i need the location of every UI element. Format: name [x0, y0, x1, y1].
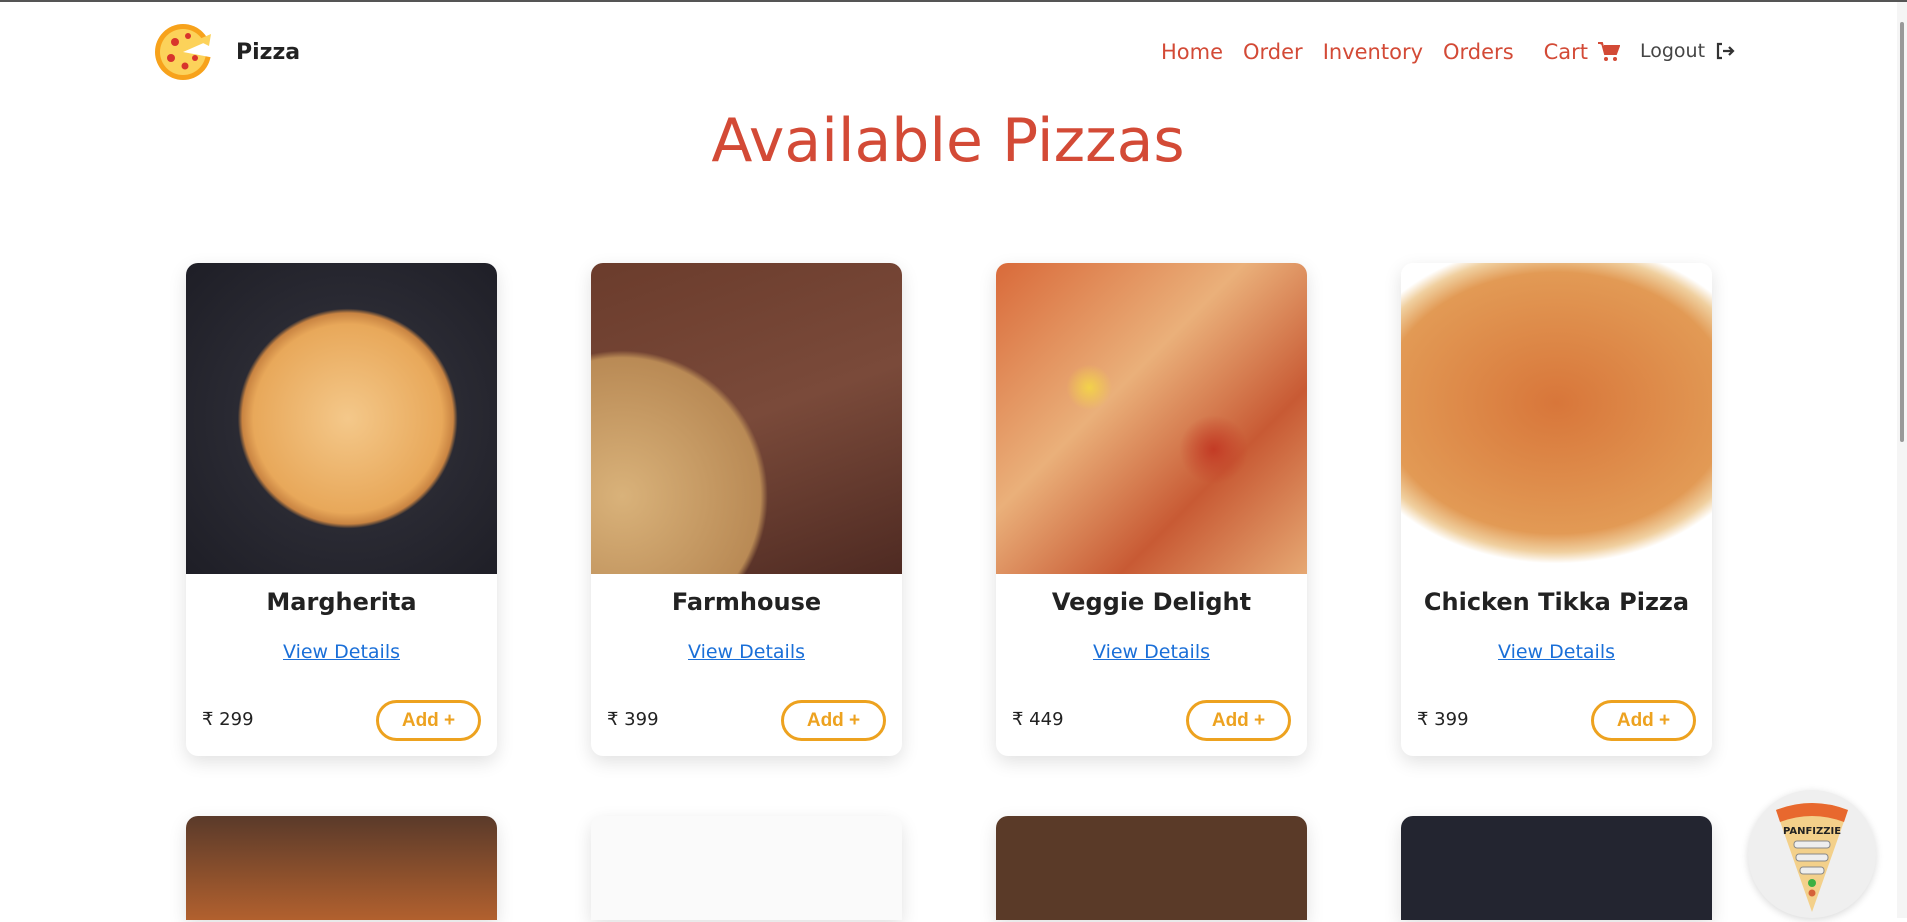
pizza-logo-icon[interactable] [153, 18, 219, 86]
pizza-card: Margherita View Details ₹ 299 Add + [186, 263, 497, 756]
view-details-link[interactable]: View Details [1401, 641, 1712, 663]
pizza-name: Farmhouse [671, 588, 822, 616]
add-to-cart-button[interactable]: Add + [1186, 700, 1291, 741]
page-title: Available Pizzas [711, 106, 1185, 176]
pizza-name: Chicken Tikka Pizza [1423, 588, 1690, 616]
widget-label: PANFIZZIE [1783, 826, 1841, 837]
logout-icon [1716, 42, 1735, 60]
pizza-image [1401, 263, 1712, 574]
header: Pizza Home Order Inventory Orders Cart L… [0, 2, 1907, 102]
pizza-slice-logo-icon: PANFIZZIE [1776, 803, 1848, 912]
nav-inventory[interactable]: Inventory [1323, 40, 1423, 64]
pizza-image [186, 816, 497, 920]
pizza-card [996, 816, 1307, 920]
pizza-image [186, 263, 497, 574]
pizza-card [1401, 816, 1712, 920]
nav-orders[interactable]: Orders [1443, 40, 1514, 64]
pizza-image [996, 816, 1307, 920]
chat-widget-button[interactable]: PANFIZZIE [1748, 790, 1876, 918]
scrollbar[interactable] [1897, 2, 1907, 918]
pizza-image [996, 263, 1307, 574]
pizza-card [591, 816, 902, 920]
add-to-cart-button[interactable]: Add + [1591, 700, 1696, 741]
nav-cart[interactable]: Cart [1543, 40, 1621, 64]
cart-label: Cart [1543, 40, 1589, 64]
pizza-name: Margherita [266, 588, 417, 616]
pizza-name: Veggie Delight [1051, 588, 1252, 616]
add-to-cart-button[interactable]: Add + [376, 700, 481, 741]
scrollbar-thumb[interactable] [1900, 22, 1904, 442]
view-details-link[interactable]: View Details [591, 641, 902, 663]
brand-name: Pizza [236, 40, 301, 65]
pizza-card [186, 816, 497, 920]
pizza-price: ₹ 449 [1012, 709, 1064, 730]
pizza-image [1401, 816, 1712, 920]
pizza-price: ₹ 399 [607, 709, 659, 730]
nav-home[interactable]: Home [1161, 40, 1223, 64]
pizza-price: ₹ 399 [1417, 709, 1469, 730]
view-details-link[interactable]: View Details [996, 641, 1307, 663]
pizza-image [591, 263, 902, 574]
view-details-link[interactable]: View Details [186, 641, 497, 663]
pizza-image [591, 816, 902, 920]
main-nav: Home Order Inventory Orders Cart [1161, 40, 1621, 64]
logout-label: Logout [1640, 40, 1706, 62]
logout-button[interactable]: Logout [1640, 40, 1735, 62]
pizza-card: Chicken Tikka Pizza View Details ₹ 399 A… [1401, 263, 1712, 756]
add-to-cart-button[interactable]: Add + [781, 700, 886, 741]
pizza-card: Farmhouse View Details ₹ 399 Add + [591, 263, 902, 756]
cart-icon [1598, 42, 1621, 61]
nav-order[interactable]: Order [1243, 40, 1303, 64]
pizza-price: ₹ 299 [202, 709, 254, 730]
pizza-card: Veggie Delight View Details ₹ 449 Add + [996, 263, 1307, 756]
